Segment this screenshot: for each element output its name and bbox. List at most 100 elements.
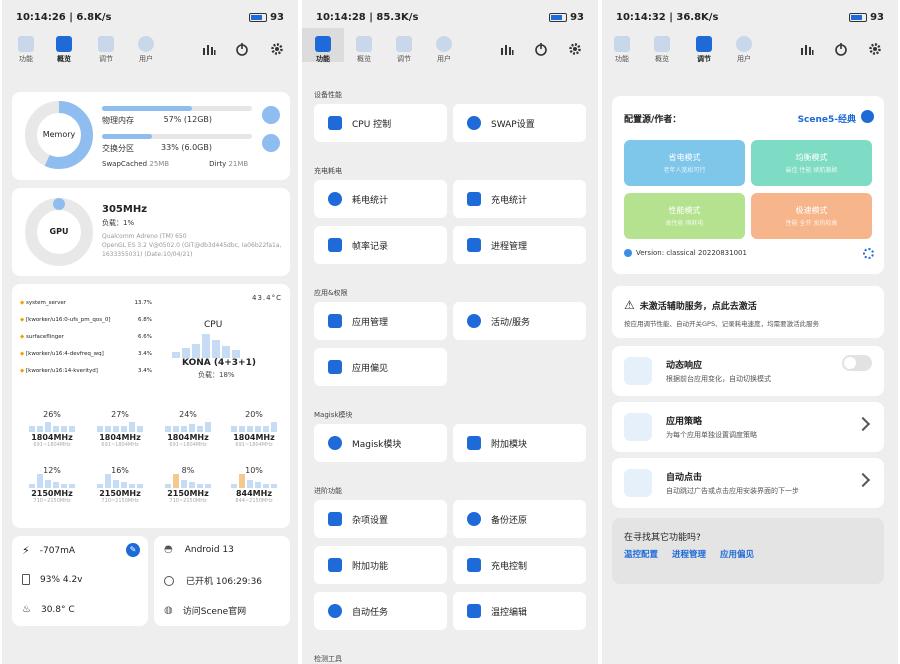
power-stats-button[interactable]: 耗电统计 (314, 180, 447, 218)
list-item[interactable]: ◆ system_server 13.7% (20, 294, 152, 311)
tab-functions[interactable]: 功能 (302, 28, 344, 63)
battery-icon (549, 13, 568, 22)
dynamic-response-title: 动态响应 (666, 361, 703, 371)
chart-icon[interactable] (500, 42, 514, 56)
fps-record-button[interactable]: 帧率记录 (314, 226, 447, 264)
addon-module-button[interactable]: 附加模块 (453, 424, 586, 462)
plug-icon: ⚡ (22, 544, 30, 557)
list-item[interactable]: ◆ [kworker/u16:0-ufs_pm_qos_0] 6.8% (20, 311, 152, 328)
magisk-module-button[interactable]: Magisk模块 (314, 424, 447, 462)
section-title: 检测工具 (314, 655, 342, 663)
phys-mem-label: 物理内存 (102, 116, 134, 125)
cpu-core: 27% 1804MHz 691~1804MHz (88, 410, 152, 448)
thermal-edit-button[interactable]: 温控编辑 (453, 592, 586, 630)
gpu-model: Qualcomm Adreno (TM) 650 (102, 233, 187, 240)
link-thermal-config[interactable]: 温控配置 (624, 548, 658, 560)
performance-mode-button[interactable]: 性能模式 高性能 稍耗电 (624, 193, 745, 239)
tab-tuning[interactable]: 调节 (386, 34, 422, 66)
tab-overview[interactable]: 概览 (346, 34, 382, 66)
app-preference-button[interactable]: 应用偏见 (314, 348, 447, 386)
power-icon[interactable] (235, 42, 249, 56)
tab-user[interactable]: 用户 (426, 34, 462, 66)
chart-icon[interactable] (202, 42, 216, 56)
power-icon[interactable] (834, 42, 848, 56)
edit-icon[interactable]: ✎ (126, 543, 140, 557)
chart-icon[interactable] (800, 42, 814, 56)
status-time: 10:14:28 | 85.3K/s (316, 12, 419, 23)
memory-card[interactable]: Memory 物理内存 57% (12GB) 交换分区 33% (6.0GB) … (12, 92, 290, 180)
tuning-panel: 10:14:32 | 36.8K/s 93 功能 概览 调节 用户 配置源/作者… (602, 0, 898, 664)
app-strategy-row[interactable]: 应用策略 为每个应用单独设置调度策略 (612, 402, 884, 452)
gpu-label: GPU (49, 227, 69, 236)
battery-level: 93 (870, 12, 884, 23)
addon-functions-button[interactable]: 附加功能 (314, 546, 447, 584)
tab-functions[interactable]: 功能 (604, 34, 640, 66)
version-text: Version: classical 20220831001 (636, 249, 747, 257)
process-manager-button[interactable]: 进程管理 (453, 226, 586, 264)
snowflake-icon (328, 360, 342, 374)
cluster-icon (467, 314, 481, 328)
charge-control-button[interactable]: 充电控制 (453, 546, 586, 584)
list-item[interactable]: ◆ surfaceflinger 6.6% (20, 328, 152, 345)
gear-icon[interactable] (270, 42, 284, 56)
cpu-card[interactable]: ◆ system_server 13.7% ◆ [kworker/u16:0-uf… (12, 284, 290, 528)
misc-settings-button[interactable]: 杂项设置 (314, 500, 447, 538)
list-item[interactable]: ◆ [kworker/u16:4-devfreq_wq] 3.4% (20, 345, 152, 362)
power-icon[interactable] (534, 42, 548, 56)
clean-memory-icon[interactable] (262, 106, 280, 124)
find-more-title: 在寻找其它功能吗? (624, 533, 701, 543)
clock-icon (164, 575, 174, 586)
chevron-right-icon (855, 472, 871, 488)
swap-settings-button[interactable]: SWAP设置 (453, 104, 586, 142)
tab-functions[interactable]: 功能 (8, 34, 44, 66)
dynamic-response-desc: 根据前台应用变化，自动切换模式 (666, 375, 771, 383)
status-time: 10:14:26 | 6.8K/s (16, 12, 112, 23)
fast-mode-button[interactable]: 极速模式 性能 全开 发热较高 (751, 193, 872, 239)
tab-user[interactable]: 用户 (128, 34, 164, 66)
power-save-mode-button[interactable]: 省电模式 老年人宽松可行 (624, 140, 745, 186)
link-app-preference[interactable]: 应用偏见 (720, 548, 754, 560)
phone-memory-icon[interactable] (262, 134, 280, 152)
app-strategy-desc: 为每个应用单独设置调度策略 (666, 431, 757, 439)
process-list[interactable]: ◆ system_server 13.7% ◆ [kworker/u16:0-uf… (20, 294, 152, 378)
user-icon (436, 36, 452, 52)
gpu-card[interactable]: GPU 305MHz 负载：1% Qualcomm Adreno (TM) 65… (12, 188, 290, 276)
dynamic-response-toggle[interactable] (842, 355, 872, 371)
tab-bar: 功能 概览 调节 用户 (2, 34, 298, 66)
cpu-control-button[interactable]: CPU 控制 (314, 104, 447, 142)
home-icon (356, 36, 372, 52)
auto-task-button[interactable]: 自动任务 (314, 592, 447, 630)
gear-icon[interactable] (868, 42, 882, 56)
charge-stats-button[interactable]: 充电统计 (453, 180, 586, 218)
tab-tuning[interactable]: 调节 (686, 34, 722, 66)
dynamic-response-row[interactable]: 动态响应 根据前台应用变化，自动切换模式 (612, 346, 884, 396)
tab-tuning[interactable]: 调节 (88, 34, 124, 66)
balance-mode-button[interactable]: 均衡模式 最佳 性能 续航兼顾 (751, 140, 872, 186)
tab-user[interactable]: 用户 (726, 34, 762, 66)
tab-overview[interactable]: 概览 (644, 34, 680, 66)
website-link[interactable]: 访问Scene官网 (183, 604, 246, 617)
home-icon (56, 36, 72, 52)
list-item[interactable]: ◆ [kworker/u16:14-kverityd] 3.4% (20, 362, 152, 378)
auto-click-row[interactable]: 自动点击 自动跳过广告或点击应用安装界面的下一步 (612, 458, 884, 508)
backup-restore-button[interactable]: 备份还原 (453, 500, 586, 538)
swap-value: 33% (6.0GB) (161, 143, 212, 152)
system-card[interactable]: ◓ Android 13 已开机 106:29:36 ◍ 访问Scene官网 (154, 536, 290, 626)
config-source-label: 配置源/作者： (624, 115, 682, 125)
gear-icon[interactable] (863, 248, 874, 259)
switch-icon[interactable] (861, 110, 874, 123)
uptime: 已开机 106:29:36 (186, 577, 263, 587)
tab-overview[interactable]: 概览 (46, 34, 82, 66)
cpu-core: 8% 2150MHz 710~2150MHz (156, 466, 220, 504)
cpu-name: KONA (4+3+1) (182, 358, 256, 368)
overview-panel: 10:14:26 | 6.8K/s 93 功能 概览 调节 用户 Memory … (2, 0, 298, 664)
accessibility-warning[interactable]: ⚠ 未激活辅助服务，点此去激活 按应用调节性能、自动开关GPS、记录耗电速度，均需… (612, 286, 884, 338)
battery-card[interactable]: ⚡ -707mA ✎ 93% 4.2v ♨ 30.8° C (12, 536, 148, 626)
app-manager-button[interactable]: 应用管理 (314, 302, 447, 340)
activity-service-button[interactable]: 活动/服务 (453, 302, 586, 340)
terminal-icon (328, 558, 342, 572)
find-more-card: 在寻找其它功能吗? 温控配置 进程管理 应用偏见 (612, 518, 884, 584)
link-process-manager[interactable]: 进程管理 (672, 548, 706, 560)
config-source-value[interactable]: Scene5-经典 (798, 112, 856, 125)
gear-icon[interactable] (568, 42, 582, 56)
